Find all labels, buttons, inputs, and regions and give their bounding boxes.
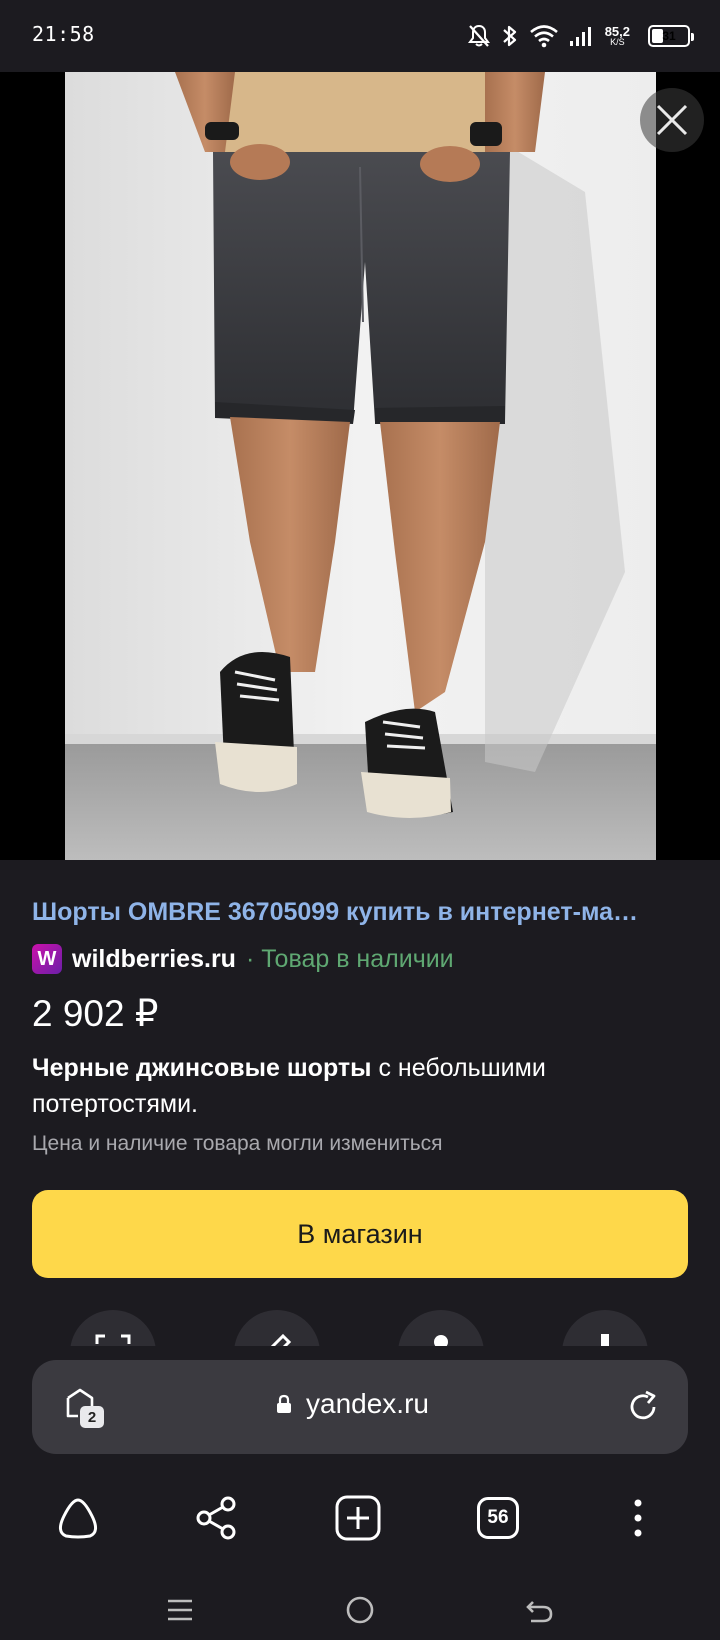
close-viewer-button[interactable] xyxy=(640,88,704,152)
plus-square-icon xyxy=(335,1495,381,1541)
status-icons: 85,2 K/S 31 xyxy=(467,20,694,52)
battery-level-text: 31 xyxy=(662,29,676,43)
share-button[interactable] xyxy=(177,1474,257,1562)
back-arrow-icon xyxy=(526,1601,553,1623)
reload-icon xyxy=(630,1390,656,1420)
battery-indicator: 31 xyxy=(648,25,694,47)
menu-lines-icon xyxy=(168,1599,192,1621)
tabs-count: 56 xyxy=(477,1497,519,1539)
alice-button[interactable] xyxy=(38,1474,118,1562)
product-photo xyxy=(65,72,656,860)
price-disclaimer: Цена и наличие товара могли измениться xyxy=(32,1132,443,1155)
url-text: yandex.ru xyxy=(306,1388,429,1419)
image-viewer[interactable] xyxy=(0,72,720,860)
status-time: 21:58 xyxy=(32,22,95,46)
browser-toolbar: 56 xyxy=(0,1474,720,1562)
address-bar[interactable]: 2 yandex.ru xyxy=(32,1360,688,1454)
system-nav-bar xyxy=(0,1582,720,1640)
wifi-icon xyxy=(529,25,558,48)
url-display[interactable]: yandex.ru xyxy=(276,1388,429,1420)
price: 2 902 ₽ xyxy=(32,993,159,1034)
battery-level-fill xyxy=(652,29,663,43)
status-bar: 21:58 85,2 K/S 31 xyxy=(0,0,720,72)
lock-icon xyxy=(277,1394,291,1413)
screen: 21:58 85,2 K/S 31 Шорты OMBRE 36705099 к… xyxy=(0,0,720,1640)
home-circle-icon xyxy=(346,1596,374,1624)
notifications-off-icon xyxy=(467,24,490,47)
reload-button[interactable] xyxy=(626,1390,660,1429)
wildberries-logo-icon: W xyxy=(32,944,62,974)
go-to-shop-button[interactable]: В магазин xyxy=(32,1190,688,1278)
description-bold: Черные джинсовые шорты xyxy=(32,1054,372,1082)
network-speed-unit: K/S xyxy=(610,37,625,47)
close-icon xyxy=(656,104,688,136)
stock-status: · Товар в наличии xyxy=(245,944,454,973)
tabs-button[interactable]: 56 xyxy=(458,1474,538,1562)
bluetooth-icon xyxy=(502,25,516,47)
source-row: W wildberries.ru · Товар в наличии xyxy=(32,942,454,976)
browser-bottom-panel: 2 yandex.ru 56 xyxy=(0,1346,720,1640)
home-button[interactable] xyxy=(330,1590,390,1630)
menu-button[interactable] xyxy=(598,1474,678,1562)
source-name[interactable]: wildberries.ru xyxy=(72,945,236,974)
tab-group-count: 2 xyxy=(80,1406,104,1428)
recent-apps-button[interactable] xyxy=(150,1590,210,1630)
network-speed: 85,2 K/S xyxy=(605,25,630,47)
new-tab-button[interactable] xyxy=(318,1474,398,1562)
description: Черные джинсовые шорты с небольшими поте… xyxy=(32,1050,672,1122)
result-title-link[interactable]: Шорты OMBRE 36705099 купить в интернет-м… xyxy=(32,898,692,927)
more-vertical-icon xyxy=(634,1499,642,1537)
signal-icon xyxy=(569,27,591,46)
result-info-panel: Шорты OMBRE 36705099 купить в интернет-м… xyxy=(0,860,720,1396)
back-button[interactable] xyxy=(510,1590,570,1630)
share-icon xyxy=(196,1496,236,1540)
alice-icon xyxy=(59,1498,97,1539)
